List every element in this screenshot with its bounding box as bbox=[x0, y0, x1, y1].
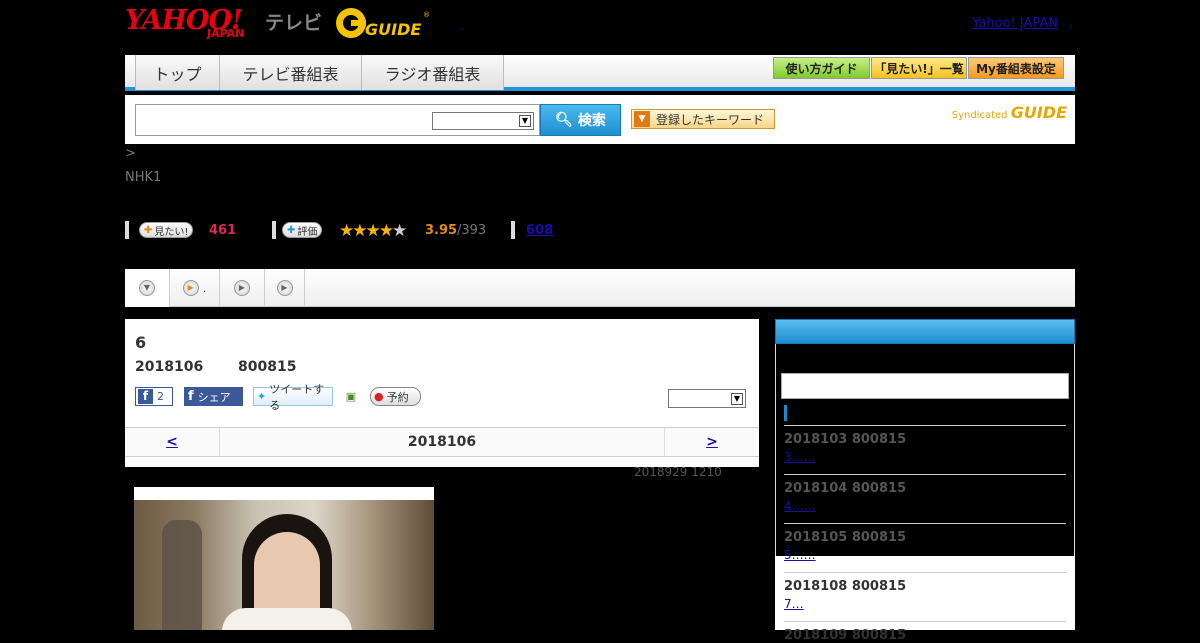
sidebar-section-marker bbox=[784, 405, 787, 421]
episode-select[interactable]: ▼ bbox=[668, 389, 746, 408]
episode-time: 800815 bbox=[238, 359, 297, 375]
nav-tab-top[interactable]: トップ bbox=[135, 55, 220, 90]
channel-name: NHK1 bbox=[125, 170, 162, 185]
episode-date: 2018106 bbox=[135, 359, 204, 375]
rate-button-label: 評価 bbox=[297, 226, 318, 238]
tab-current[interactable]: ▼ bbox=[125, 269, 170, 307]
yahoo-japan-logo: JAPAN bbox=[207, 27, 245, 40]
search-button[interactable]: 🔍︎ 検索 bbox=[540, 104, 621, 136]
reserve-label: 予約 bbox=[386, 390, 409, 404]
divider bbox=[125, 221, 129, 239]
facebook-share-label: シェア bbox=[197, 390, 231, 404]
episode-panel: 6 2018106 800815 f 2 f シェア ✦ ツイートする ▣ ● … bbox=[125, 319, 759, 467]
sidebar-episode-item[interactable]: 2018105 800815 5…… bbox=[784, 523, 1066, 562]
sidebar-episode-link[interactable]: 7… bbox=[784, 597, 1066, 611]
plus-icon: ✚ bbox=[144, 224, 153, 236]
rating-count: /393 bbox=[457, 223, 487, 238]
facebook-share-button[interactable]: f シェア bbox=[184, 387, 243, 406]
sidebar-search-input[interactable] bbox=[781, 373, 1069, 399]
photo-collar bbox=[222, 608, 352, 630]
sidebar-episode-item[interactable]: 2018104 800815 4…… bbox=[784, 474, 1066, 513]
rating-value: 3.95 bbox=[425, 223, 458, 238]
record-icon: ● bbox=[374, 390, 384, 403]
nav-tab-tv-schedule[interactable]: テレビ番組表 bbox=[220, 55, 362, 90]
episode-photo bbox=[134, 487, 434, 630]
chevron-down-icon: ▼ bbox=[139, 280, 155, 296]
updated-timestamp: 2018929 1210 bbox=[634, 465, 722, 479]
photo-bg-figure bbox=[162, 520, 202, 630]
episode-pager: < 2018106 > bbox=[125, 427, 759, 457]
svg-text:®: ® bbox=[423, 11, 430, 19]
yahoo-japan-link[interactable]: Yahoo! JAPAN bbox=[972, 16, 1058, 31]
tab-4[interactable]: ▶ bbox=[265, 269, 305, 307]
site-header: YAHOO! JAPAN テレビ GUIDE ® . Yahoo! JAPAN … bbox=[125, 0, 1075, 55]
sidebar-episode-item[interactable]: 2018109 800815 bbox=[784, 621, 1066, 643]
next-episode-link[interactable]: > bbox=[664, 428, 759, 456]
main-nav: トップ テレビ番組表 ラジオ番組表 使い方ガイド 「見たい!」一覧 My番組表設… bbox=[125, 55, 1075, 91]
tv-logo[interactable]: テレビ bbox=[265, 8, 322, 35]
program-stats: ✚ 見たい! 461 ✚ 評価 ★★★★★ 3.95 /393 608 bbox=[125, 218, 1075, 242]
search-bar: ▼ 🔍︎ 検索 ▼ 登録したキーワード Syndicated GUIDE bbox=[125, 95, 1075, 144]
gguide-logo[interactable]: GUIDE ® bbox=[335, 5, 430, 41]
facebook-icon: f bbox=[138, 389, 153, 404]
facebook-count: 2 bbox=[157, 390, 164, 403]
syndicated-gguide-logo: Syndicated GUIDE bbox=[951, 103, 1067, 122]
facebook-icon: f bbox=[188, 389, 194, 404]
chevron-down-icon: ▼ bbox=[731, 393, 743, 405]
current-episode-date: 2018106 bbox=[407, 434, 477, 450]
sidebar-episode-item[interactable]: 2018108 800815 7… bbox=[784, 572, 1066, 611]
sidebar-header bbox=[775, 319, 1075, 344]
want-button-label: 見たい! bbox=[154, 226, 189, 238]
sidebar-episode-link[interactable]: 3…… bbox=[784, 450, 1066, 464]
episode-sidebar: 2018103 800815 3…… 2018104 800815 4…… 20… bbox=[775, 319, 1075, 643]
tweet-label: ツイートする bbox=[269, 382, 325, 412]
nav-tab-radio-schedule[interactable]: ラジオ番組表 bbox=[362, 55, 504, 90]
program-tabs: ▼ ▶ . ▶ ▶ bbox=[125, 269, 1075, 307]
sidebar-episode-link[interactable]: 4…… bbox=[784, 499, 1066, 513]
search-category-select[interactable]: ▼ bbox=[432, 112, 534, 130]
sidebar-episode-date: 2018108 800815 bbox=[784, 579, 907, 594]
tab-2[interactable]: ▶ . bbox=[170, 269, 220, 307]
divider bbox=[511, 221, 515, 239]
search-button-label: 検索 bbox=[577, 113, 606, 129]
want-list-button[interactable]: 「見たい!」一覧 bbox=[871, 57, 967, 79]
triangle-down-icon: ▼ bbox=[634, 111, 650, 127]
episode-image bbox=[134, 500, 434, 630]
play-icon: ▶ bbox=[276, 280, 293, 296]
svg-text:GUIDE: GUIDE bbox=[365, 20, 421, 39]
saved-keywords-button[interactable]: ▼ 登録したキーワード bbox=[631, 109, 775, 129]
tweet-button[interactable]: ✦ ツイートする bbox=[253, 383, 333, 412]
rating-stars-icon: ★★★★★ bbox=[339, 221, 407, 241]
play-icon: ▶ bbox=[182, 280, 199, 296]
play-icon: ▶ bbox=[234, 280, 250, 296]
episode-title: 6 bbox=[135, 333, 147, 352]
want-button[interactable]: ✚ 見たい! bbox=[139, 222, 194, 238]
twitter-icon: ✦ bbox=[257, 390, 267, 403]
saved-keywords-label: 登録したキーワード bbox=[656, 112, 765, 127]
prev-episode-link[interactable]: < bbox=[125, 428, 220, 456]
rate-button[interactable]: ✚ 評価 bbox=[282, 222, 323, 238]
sidebar-episode-date: 2018105 800815 bbox=[784, 530, 907, 545]
sidebar-episode-link[interactable]: 5…… bbox=[784, 548, 1066, 562]
divider bbox=[272, 221, 276, 239]
header-dot: . bbox=[461, 20, 465, 33]
reserve-button[interactable]: ● 予約 bbox=[370, 387, 421, 406]
sidebar-episode-date: 2018103 800815 bbox=[784, 432, 907, 447]
my-schedule-settings-button[interactable]: My番組表設定 bbox=[968, 57, 1064, 79]
facebook-like-button[interactable]: f 2 bbox=[135, 387, 173, 406]
review-count-link[interactable]: 608 bbox=[526, 223, 553, 238]
want-count: 461 bbox=[209, 223, 237, 238]
sidebar-episode-date: 2018104 800815 bbox=[784, 481, 907, 496]
plus-icon: ✚ bbox=[287, 224, 296, 236]
search-icon: 🔍︎ bbox=[555, 112, 573, 128]
tab-2-label: . bbox=[202, 281, 207, 295]
sidebar-episode-item[interactable]: 2018103 800815 3…… bbox=[784, 425, 1066, 464]
tab-3[interactable]: ▶ bbox=[220, 269, 265, 307]
guide-button[interactable]: 使い方ガイド bbox=[773, 57, 870, 79]
sidebar-episode-date: 2018109 800815 bbox=[784, 628, 907, 643]
header-link-dot: . bbox=[1068, 16, 1073, 31]
add-calendar-icon[interactable]: ▣ bbox=[343, 387, 359, 406]
chevron-down-icon: ▼ bbox=[519, 115, 531, 127]
breadcrumb[interactable]: > bbox=[125, 146, 136, 161]
